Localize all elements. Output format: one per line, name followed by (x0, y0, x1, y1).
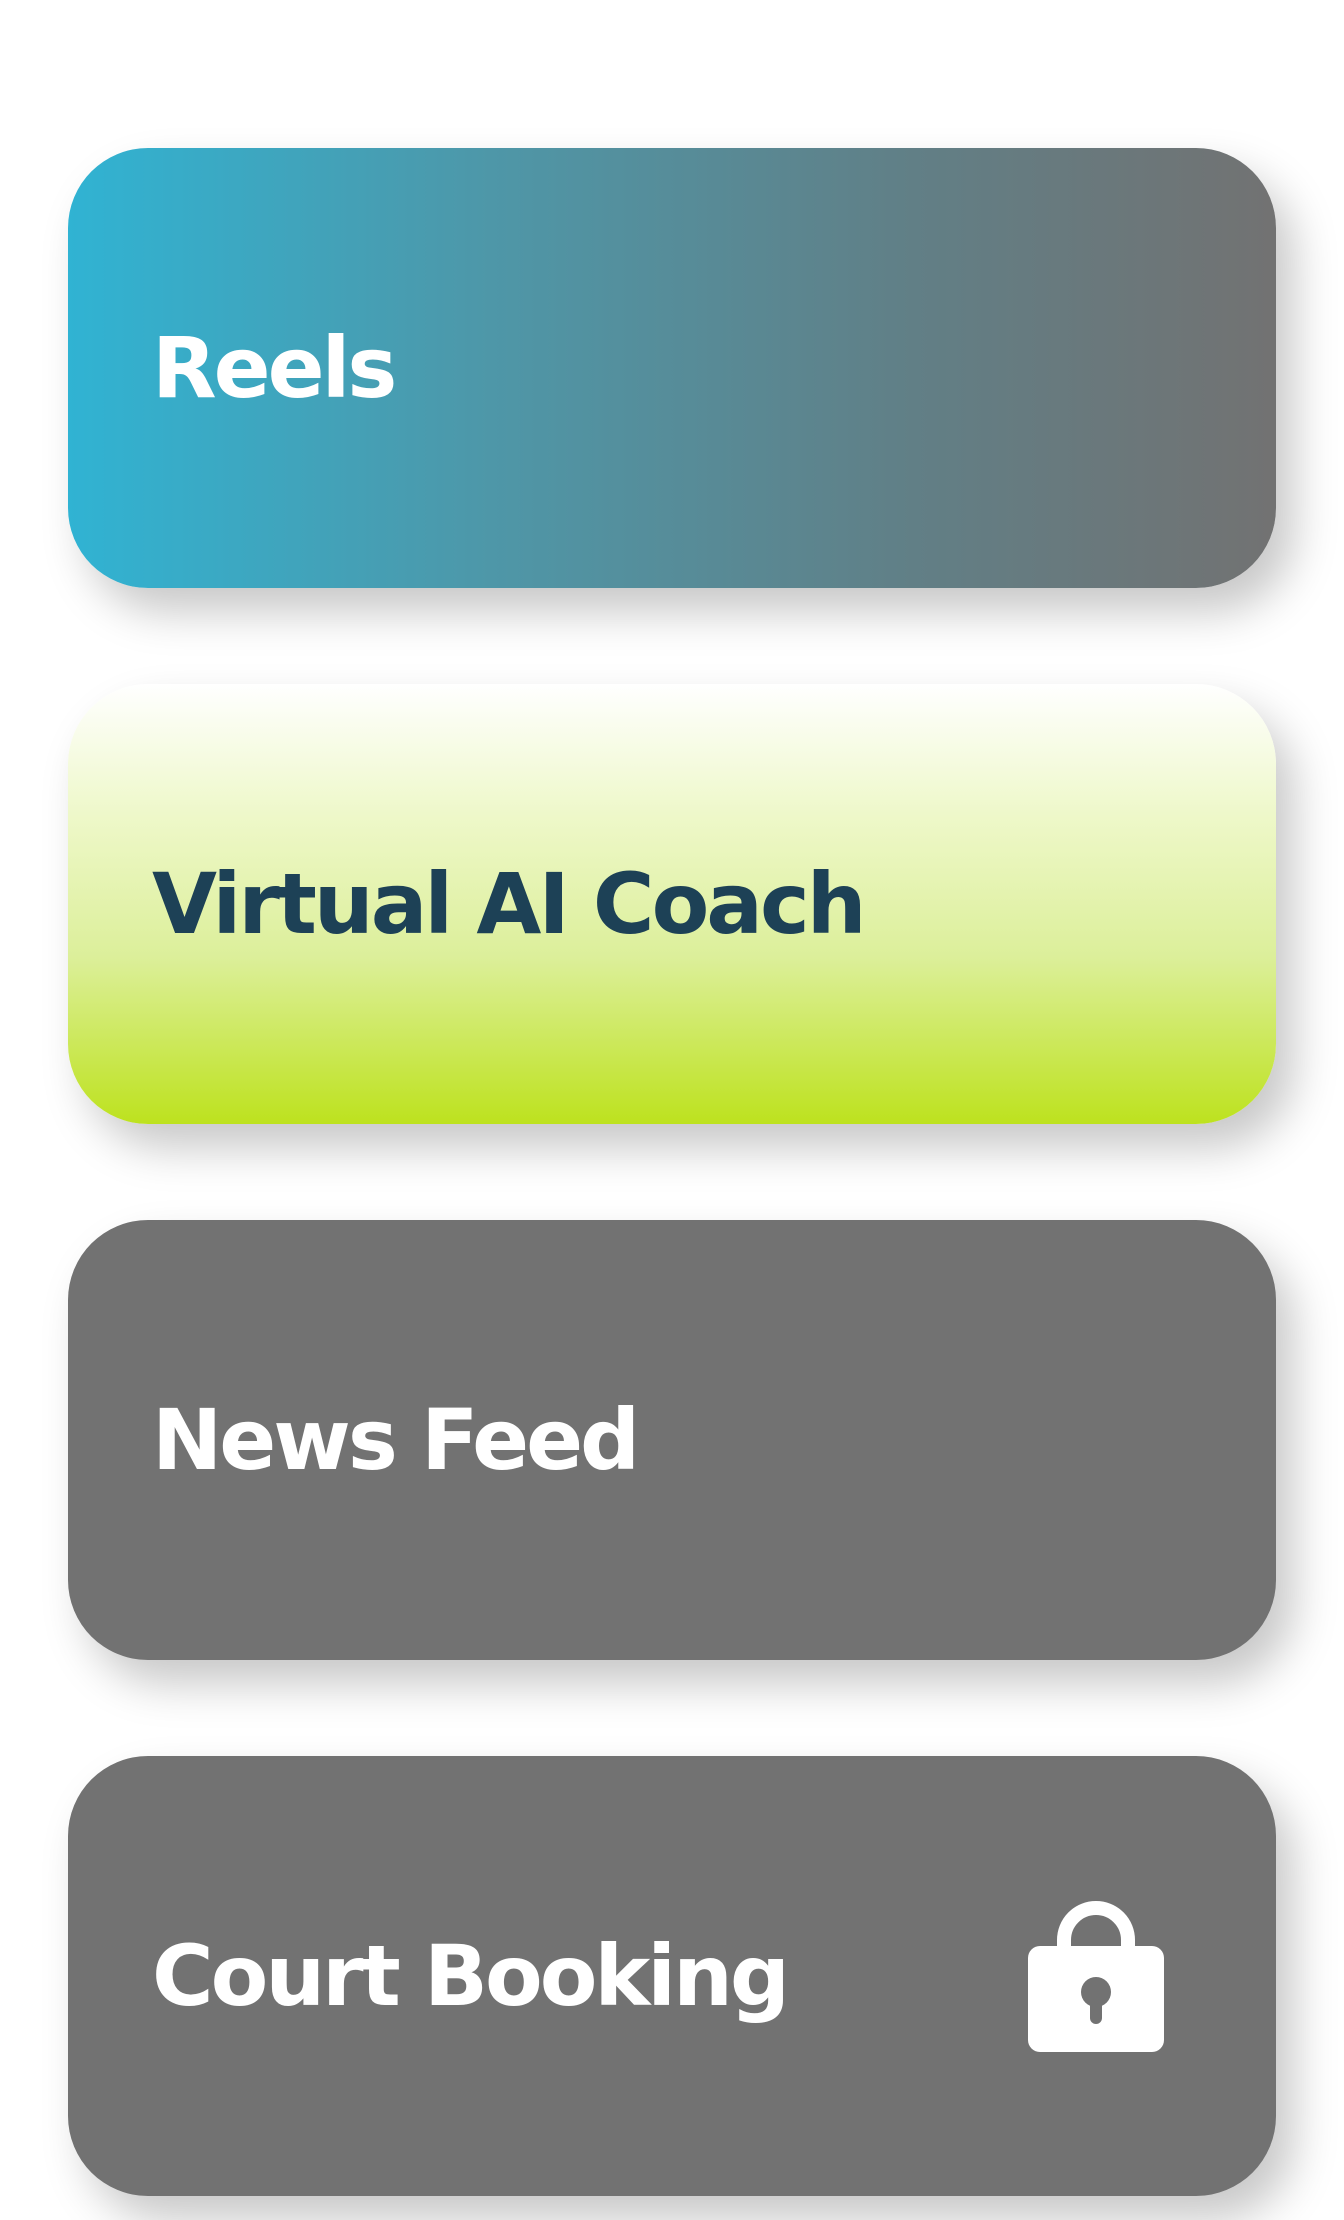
court-booking-label: Court Booking (152, 1927, 790, 2025)
reels-label: Reels (152, 319, 397, 417)
news-feed-card[interactable]: News Feed (68, 1220, 1276, 1660)
court-booking-card[interactable]: Court Booking (68, 1756, 1276, 2196)
reels-card[interactable]: Reels (68, 148, 1276, 588)
virtual-ai-coach-label: Virtual AI Coach (152, 855, 867, 953)
news-feed-label: News Feed (152, 1391, 640, 1489)
menu-screen: Reels Virtual AI Coach News Feed Court B… (0, 0, 1344, 2220)
lock-icon (1028, 1900, 1164, 2052)
virtual-ai-coach-card[interactable]: Virtual AI Coach (68, 684, 1276, 1124)
